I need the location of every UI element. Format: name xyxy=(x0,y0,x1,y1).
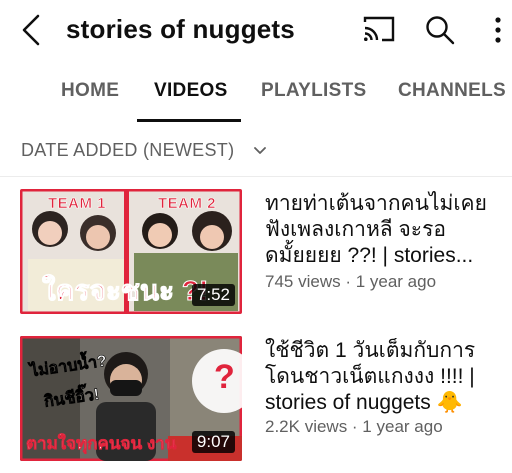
thumbnail-team2-label: TEAM 2 xyxy=(158,195,217,213)
tab-playlists[interactable]: PLAYLISTS xyxy=(261,80,366,102)
channel-tabs: HOME VIDEOS PLAYLISTS CHANNELS xyxy=(0,62,512,124)
video-item[interactable]: TEAM 1 TEAM 2 ใครจะชนะ ?! 7:52 ทายท่าเต้… xyxy=(0,189,512,317)
chevron-down-icon xyxy=(254,147,266,154)
tab-videos[interactable]: VIDEOS xyxy=(154,80,228,102)
video-thumbnail[interactable]: TEAM 1 TEAM 2 ใครจะชนะ ?! 7:52 xyxy=(20,189,242,314)
top-app-bar: stories of nuggets xyxy=(0,0,512,62)
channel-title: stories of nuggets xyxy=(66,14,295,44)
tab-home[interactable]: HOME xyxy=(61,80,119,102)
thumbnail-caption: ตามใจทุกคนจน งาน xyxy=(26,434,177,454)
video-title[interactable]: ใช้ชีวิต 1 วันเต็มกับการโดนชาวเน็ตแกงงง … xyxy=(265,338,505,416)
thumbnail-caption: ใครจะชนะ ?! xyxy=(41,275,209,307)
cast-icon[interactable] xyxy=(362,14,396,44)
thumbnail-team1-label: TEAM 1 xyxy=(48,195,107,213)
video-thumbnail[interactable]: ไม่อาบน้ำ? กินชีอิ๊ว! ? ตามใจทุกคนจน งาน… xyxy=(20,336,242,461)
back-arrow-icon[interactable] xyxy=(14,12,50,48)
search-icon[interactable] xyxy=(424,14,456,46)
active-tab-indicator xyxy=(137,119,241,122)
divider xyxy=(0,176,512,177)
thumbnail-question-mark: ? xyxy=(214,358,235,396)
video-item[interactable]: ไม่อาบน้ำ? กินชีอิ๊ว! ? ตามใจทุกคนจน งาน… xyxy=(0,336,512,464)
video-title[interactable]: ทายท่าเต้นจากคนไม่เคยฟังเพลงเกาหลี จะรอด… xyxy=(265,191,505,269)
tab-channels[interactable]: CHANNELS xyxy=(398,80,506,102)
more-vert-icon[interactable] xyxy=(488,14,508,46)
video-meta: 2.2K views · 1 year ago xyxy=(265,417,443,436)
video-duration: 9:07 xyxy=(191,431,235,453)
video-meta: 745 views · 1 year ago xyxy=(265,272,437,291)
sort-dropdown[interactable]: DATE ADDED (NEWEST) xyxy=(0,124,512,176)
video-duration: 7:52 xyxy=(191,284,235,306)
sort-label: DATE ADDED (NEWEST) xyxy=(21,140,235,160)
